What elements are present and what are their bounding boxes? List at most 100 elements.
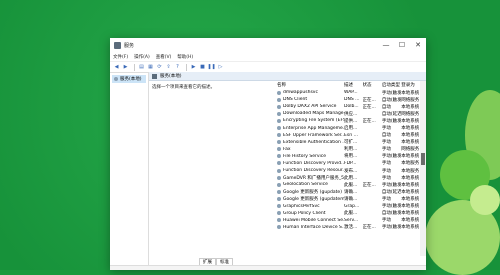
column-header-startup-type[interactable]: 启动类型	[382, 82, 401, 88]
vertical-scrollbar[interactable]	[420, 81, 426, 256]
service-startup-type: 自动	[381, 133, 391, 139]
table-row[interactable]: Human Interface Device S... 激活... 正在... 手动(…	[277, 224, 426, 231]
gear-icon	[277, 154, 281, 159]
properties-icon[interactable]: ▦	[147, 64, 154, 71]
menu-view[interactable]: 查看(V)	[156, 54, 172, 60]
service-startup-type: 自动(触发...	[381, 97, 402, 103]
service-description-cell: 发布...	[344, 168, 358, 174]
service-name: Enterprise App Manageme...	[277, 126, 344, 131]
minimize-button[interactable]: —	[378, 38, 394, 52]
service-description-cell: WAP...	[344, 90, 358, 96]
service-status: 正在...	[362, 97, 376, 103]
service-name-label: Human Interface Device S...	[283, 224, 344, 230]
decorative-circle	[470, 185, 500, 215]
table-row[interactable]: Huawei Mobile Connect Se... Serv... 手动 本地系统	[277, 217, 426, 224]
service-name-label: File History Service	[283, 153, 327, 159]
service-name: Dolby DAX2 API Service	[277, 104, 344, 109]
service-name-label: Dolby DAX2 API Service	[283, 104, 337, 110]
table-row[interactable]: File History Service将用...手动(触发...本地系统	[277, 153, 426, 160]
table-row[interactable]: Downloaded Maps Manager供应...自动(延迟...网络服务	[277, 110, 426, 117]
table-row[interactable]: Google 更新服务 (gupdate)请确...自动(延迟...本地系统	[277, 188, 426, 195]
gear-icon	[277, 189, 281, 194]
service-name: Google 更新服务 (gupdatem)	[277, 196, 344, 202]
back-icon[interactable]: ◀	[113, 64, 120, 71]
gear-icon	[277, 225, 281, 230]
service-startup-type: 自动	[381, 104, 391, 110]
refresh-icon[interactable]: ⟳	[156, 64, 163, 71]
service-description-cell: Dolb...	[344, 104, 359, 110]
pause-service-icon[interactable]: ❚❚	[207, 64, 215, 71]
gear-icon	[277, 182, 281, 187]
maximize-button[interactable]: ☐	[394, 38, 410, 52]
menu-action[interactable]: 操作(A)	[134, 54, 150, 60]
table-row[interactable]: Encrypting File System (EFS) 提供... 正在... 手动…	[277, 117, 426, 124]
service-name: GraphicsPerfSvc	[277, 204, 344, 209]
help-icon[interactable]: ?	[174, 64, 181, 71]
gear-icon	[277, 140, 281, 145]
table-row[interactable]: Function Discovery Provid... FDP... 手动 本地服务	[277, 160, 426, 167]
table-row[interactable]: Group Policy Client此服...自动(触发...本地系统	[277, 210, 426, 217]
gear-icon	[277, 218, 281, 223]
table-row[interactable]: Dolby DAX2 API Service Dolb... 正在... 自动 本地系统	[277, 103, 426, 110]
gear-icon	[277, 126, 281, 131]
service-startup-type: 手动(触发...	[381, 90, 402, 96]
service-startup-type: 手动	[381, 147, 391, 153]
service-startup-type: 手动(触发...	[381, 154, 402, 160]
table-row[interactable]: GameDVR 和广播用户服务_58...此用...手动本地系统	[277, 174, 426, 181]
service-description-cell: Serv...	[344, 217, 359, 223]
service-startup-type: 手动	[381, 175, 391, 181]
service-description-cell: 启用...	[344, 126, 358, 132]
stop-service-icon[interactable]: ■	[199, 64, 206, 71]
table-row[interactable]: Extensible Authentication ... 可扩... 手动 本地系统	[277, 139, 426, 146]
console-tree-icon[interactable]: ▤	[138, 64, 145, 71]
service-name: Google 更新服务 (gupdate)	[277, 189, 344, 195]
close-button[interactable]: ✕	[410, 38, 426, 52]
column-header-status[interactable]: 状态	[363, 82, 382, 88]
service-name: GameDVR 和广播用户服务_58...	[277, 175, 344, 181]
service-status: 正在...	[362, 118, 376, 124]
gear-icon	[114, 77, 118, 81]
table-row[interactable]: Function Discovery Resour... 发布... 手动 本地服务	[277, 167, 426, 174]
forward-icon[interactable]: ▶	[122, 64, 129, 71]
service-name: Encrypting File System (EFS)	[277, 118, 344, 123]
gear-icon	[277, 168, 281, 173]
service-name-label: GraphicsPerfSvc	[283, 203, 320, 209]
services-rows: dmwappushsvcWAP...手动(触发...本地系统DNS Client…	[277, 89, 426, 231]
service-name-label: Extensible Authentication ...	[283, 139, 344, 145]
export-icon[interactable]: ⇪	[165, 64, 172, 71]
menu-help[interactable]: 帮助(H)	[177, 54, 193, 60]
column-header-description[interactable]: 描述	[344, 82, 363, 88]
service-startup-type: 手动	[381, 218, 391, 224]
table-row[interactable]: Fax 利用... 手动 网络服务	[277, 146, 426, 153]
service-name-label: GameDVR 和广播用户服务_58...	[283, 175, 344, 181]
service-name-label: Google 更新服务 (gupdate)	[283, 189, 342, 195]
service-description-cell: 此服...	[344, 211, 358, 217]
start-service-icon[interactable]: ▶	[190, 64, 197, 71]
service-name-label: Enterprise App Manageme...	[283, 125, 344, 131]
scrollbar-thumb[interactable]	[421, 153, 425, 165]
service-description-cell: Grap...	[344, 203, 360, 209]
service-name-label: Function Discovery Resour...	[283, 168, 344, 174]
table-row[interactable]: GraphicsPerfSvcGrap...手动(触发...本地系统	[277, 203, 426, 210]
table-row[interactable]: ESF Upper Framework Ser... Esri ... 自动 本地系统	[277, 132, 426, 139]
column-header-name[interactable]: 名称	[277, 82, 344, 88]
gear-icon	[277, 175, 281, 180]
status-bar	[110, 265, 426, 270]
tree-item-services-local[interactable]: 服务(本地)	[112, 75, 146, 83]
console-tree: 服务(本地)	[110, 72, 149, 270]
service-name-label: ESF Upper Framework Ser...	[283, 132, 344, 138]
service-description-cell: 此服...	[344, 182, 358, 188]
menu-file[interactable]: 文件(F)	[113, 54, 128, 60]
gear-icon	[277, 196, 281, 201]
service-status: 正在...	[362, 182, 376, 188]
table-row[interactable]: Geolocation Service此服...正在...手动(触发...本地系…	[277, 181, 426, 188]
service-name: Extensible Authentication ...	[277, 140, 344, 145]
restart-service-icon[interactable]: ▷	[217, 64, 224, 71]
service-startup-type: 手动(触发...	[381, 118, 402, 124]
service-name-label: Function Discovery Provid...	[283, 160, 344, 166]
table-row[interactable]: Google 更新服务 (gupdatem) 请确... 手动 本地系统	[277, 195, 426, 202]
table-row[interactable]: DNS ClientDNS ...正在...自动(触发...网络服务	[277, 96, 426, 103]
gear-icon	[277, 111, 281, 116]
table-row[interactable]: dmwappushsvcWAP...手动(触发...本地系统	[277, 89, 426, 96]
table-row[interactable]: Enterprise App Manageme... 启用... 手动 本地系统	[277, 124, 426, 131]
